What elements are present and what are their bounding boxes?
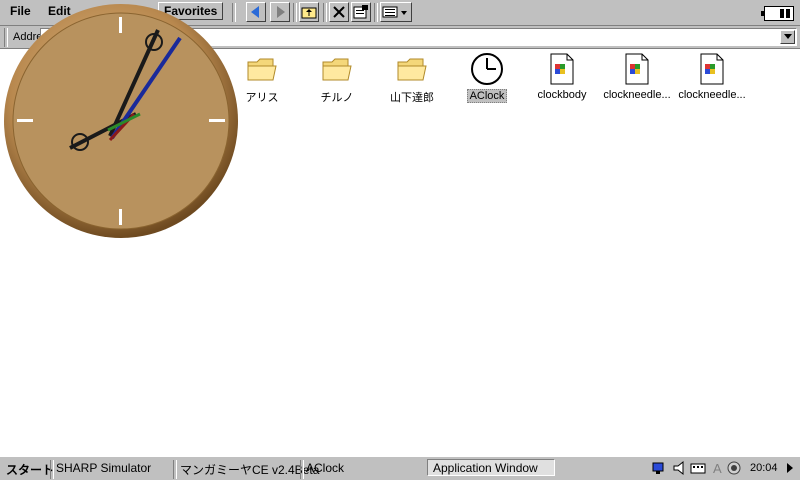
- clock-tick-12: [119, 17, 122, 33]
- forward-arrow-icon: [277, 6, 285, 18]
- bitmap-file-icon: [619, 52, 655, 86]
- taskbar-separator: [300, 460, 304, 479]
- clock-tick-9: [17, 119, 33, 122]
- file-label: clockbody: [537, 89, 587, 101]
- chevron-right-icon[interactable]: [786, 463, 794, 473]
- file-label: チルノ: [320, 92, 354, 104]
- bitmap-file-icon: [694, 52, 730, 86]
- task-aclock[interactable]: AClock: [306, 461, 344, 475]
- file-item-yamashita-folder[interactable]: 山下達郎: [372, 52, 452, 105]
- back-arrow-icon: [251, 6, 259, 18]
- network-icon[interactable]: [652, 460, 668, 476]
- address-dropdown-button[interactable]: [780, 30, 795, 44]
- keyboard-icon[interactable]: [690, 460, 706, 476]
- clock-app-icon: [469, 52, 505, 86]
- file-label: 山下達郎: [390, 92, 434, 104]
- up-folder-button[interactable]: [299, 2, 319, 22]
- file-label: AClock: [466, 89, 508, 103]
- toolbar-separator: [323, 3, 327, 22]
- clock-tick-6: [119, 209, 122, 225]
- views-list-icon: [382, 6, 407, 18]
- task-application-window[interactable]: Application Window: [427, 459, 555, 476]
- speaker-icon[interactable]: [672, 460, 688, 476]
- ime-icon[interactable]: [726, 460, 742, 476]
- folder-icon: [244, 52, 280, 86]
- taskbar-separator: [173, 460, 177, 479]
- taskbar: スタート SHARP Simulator マンガミーヤCE v2.4Beta A…: [0, 456, 800, 480]
- file-label: clockneedle...: [678, 89, 746, 101]
- file-label: アリス: [245, 92, 279, 104]
- back-button[interactable]: [246, 2, 266, 22]
- task-mangameeya[interactable]: マンガミーヤCE v2.4Beta: [180, 461, 319, 478]
- taskbar-clock[interactable]: 20:04: [750, 462, 778, 474]
- file-item-aclock[interactable]: AClock: [447, 52, 527, 103]
- task-sharp-simulator[interactable]: SHARP Simulator: [56, 461, 151, 475]
- properties-button[interactable]: [351, 2, 371, 22]
- up-folder-icon: [301, 7, 317, 19]
- file-item-cirno-folder[interactable]: チルノ: [297, 52, 377, 105]
- chevron-down-icon: [783, 34, 792, 39]
- start-button[interactable]: スタート: [6, 461, 54, 478]
- properties-icon: [353, 5, 368, 19]
- taskbar-separator: [50, 460, 54, 479]
- toolbar-separator: [374, 3, 378, 22]
- file-item-clockneedle-2[interactable]: clockneedle...: [672, 52, 752, 101]
- battery-icon: [761, 6, 794, 21]
- input-mode-icon[interactable]: A: [712, 460, 726, 476]
- bitmap-file-icon: [544, 52, 580, 86]
- forward-button[interactable]: [270, 2, 290, 22]
- svg-text:A: A: [713, 461, 722, 476]
- clock-tick-3: [209, 119, 225, 122]
- toolbar-separator: [293, 3, 297, 22]
- file-item-clockneedle-1[interactable]: clockneedle...: [597, 52, 677, 101]
- file-item-clockbody[interactable]: clockbody: [522, 52, 602, 101]
- file-label: clockneedle...: [603, 89, 671, 101]
- folder-icon: [319, 52, 355, 86]
- analog-clock[interactable]: [2, 2, 240, 240]
- delete-button[interactable]: [329, 2, 349, 22]
- views-button[interactable]: [380, 2, 412, 22]
- delete-x-icon: [333, 6, 345, 18]
- folder-icon: [394, 52, 430, 86]
